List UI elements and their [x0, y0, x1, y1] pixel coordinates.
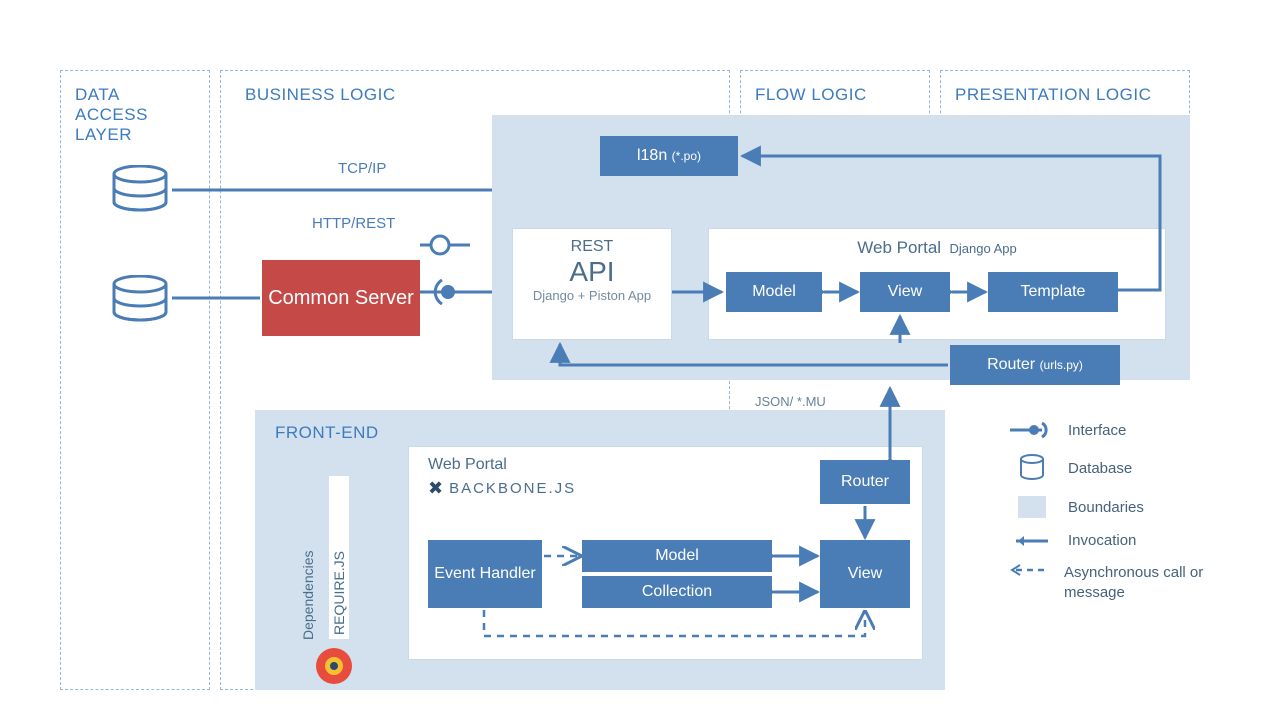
data-access-layer-box — [60, 70, 210, 690]
model-block: Model — [726, 272, 822, 312]
diagram-canvas: DATA ACCESS LAYER BUSINESS LOGIC FLOW LO… — [0, 0, 1280, 720]
frontend-title: FRONT-END — [275, 423, 379, 443]
presentation-logic-title: PRESENTATION LOGIC — [955, 85, 1151, 105]
fe-model-block: Model — [582, 540, 772, 572]
web-portal-title: Web Portal Django App — [708, 238, 1166, 258]
requirejs-label: REQUIRE.JS — [328, 475, 350, 640]
rest-api-label: REST API Django + Piston App — [512, 238, 672, 303]
fe-router-block: Router — [820, 460, 910, 504]
dependencies-label: Dependencies — [300, 470, 316, 640]
flow-logic-title: FLOW LOGIC — [755, 85, 867, 105]
database-icon-1 — [110, 165, 170, 220]
target-icon — [316, 648, 352, 684]
business-logic-title: BUSINESS LOGIC — [245, 85, 396, 105]
template-block: Template — [988, 272, 1118, 312]
i18n-block: l18n (*.po) — [600, 136, 738, 176]
httprest-label: HTTP/REST — [312, 215, 395, 232]
common-server-block: Common Server — [262, 260, 420, 336]
legend-boundaries: Boundaries — [1010, 496, 1240, 518]
backbone-icon: ✖ — [428, 478, 443, 499]
legend-async: Asynchronous call or message — [1010, 563, 1240, 602]
model-collection-group: Model Collection — [582, 540, 772, 608]
data-access-title: DATA ACCESS LAYER — [75, 85, 195, 145]
router-block: Router (urls.py) — [950, 345, 1120, 385]
fe-view-block: View — [820, 540, 910, 608]
legend-database: Database — [1010, 454, 1240, 482]
legend-invocation: Invocation — [1010, 532, 1240, 549]
frontend-panel-title: Web Portal ✖ BACKBONE.JS — [428, 456, 576, 499]
tcpip-label: TCP/IP — [338, 160, 386, 177]
legend-interface: Interface — [1010, 420, 1240, 440]
fe-collection-block: Collection — [582, 576, 772, 608]
legend: Interface Database Boundaries Invocation… — [1010, 420, 1240, 616]
view-block: View — [860, 272, 950, 312]
database-icon-2 — [110, 275, 170, 330]
event-handler-block: Event Handler — [428, 540, 542, 608]
json-label: JSON/ *.MU — [755, 394, 826, 409]
